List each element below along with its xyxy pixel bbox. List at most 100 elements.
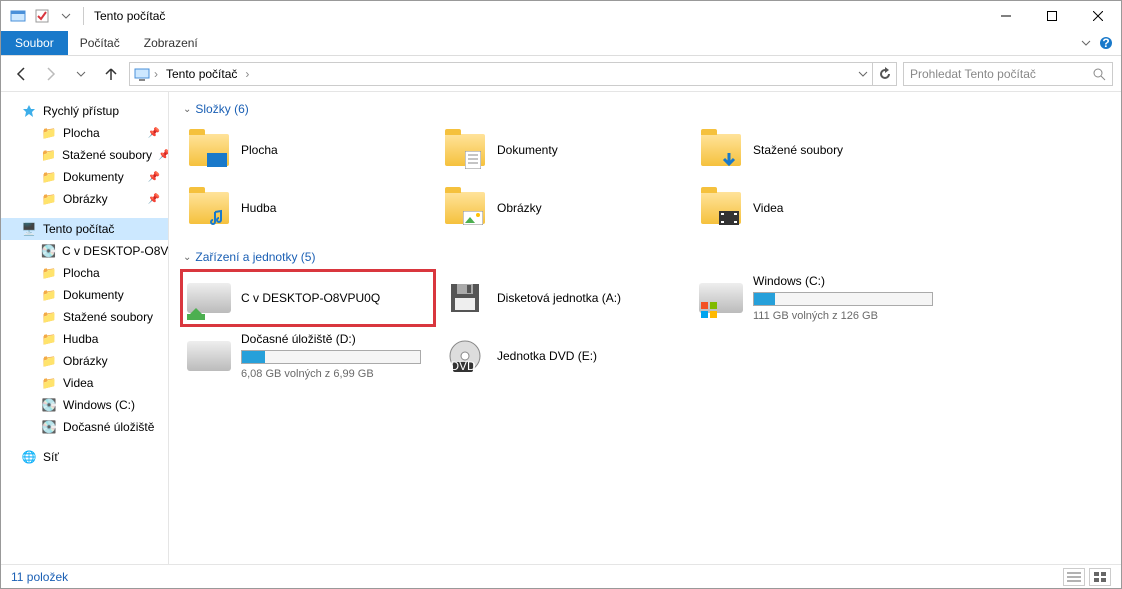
maximize-button[interactable]: [1029, 1, 1075, 31]
title-bar: Tento počítač: [1, 1, 1121, 31]
windows-drive-icon: [699, 276, 743, 320]
music-folder-icon: [187, 186, 231, 230]
group-header-folders[interactable]: ⌄ Složky (6): [183, 102, 1107, 116]
folder-hudba[interactable]: Hudba: [183, 182, 433, 234]
sidebar-item-hudba[interactable]: 📁Hudba: [1, 328, 168, 350]
folder-videa[interactable]: Videa: [695, 182, 945, 234]
floppy-icon: [443, 276, 487, 320]
menu-zobrazeni[interactable]: Zobrazení: [132, 31, 210, 55]
folder-icon: 📁: [41, 125, 57, 141]
folder-icon: 📁: [41, 191, 57, 207]
network-icon: 🌐: [21, 449, 37, 465]
help-icon[interactable]: ?: [1099, 36, 1113, 50]
device-windowsc[interactable]: Windows (C:) 111 GB volných z 126 GB: [695, 272, 945, 324]
pc-icon: [134, 66, 150, 82]
folder-icon: 📁: [41, 331, 57, 347]
folder-icon: 📁: [41, 309, 57, 325]
sidebar-item-windowsc[interactable]: 💽Windows (C:): [1, 394, 168, 416]
storage-bar: [753, 292, 933, 306]
sidebar-item-plocha[interactable]: 📁Plocha📌: [1, 122, 168, 144]
desktop-folder-icon: [187, 128, 231, 172]
folder-icon: 📁: [41, 287, 57, 303]
breadcrumb-root[interactable]: Tento počítač: [162, 67, 241, 81]
dvd-icon: DVD: [443, 334, 487, 378]
view-icons-button[interactable]: [1089, 568, 1111, 586]
sidebar-item-obrazky2[interactable]: 📁Obrázky: [1, 350, 168, 372]
content-pane: ⌄ Složky (6) Plocha Dokumenty Stažené so…: [169, 92, 1121, 564]
drive-icon: 💽: [41, 397, 57, 413]
folder-icon: 📁: [41, 265, 57, 281]
menu-bar: Soubor Počítač Zobrazení ?: [1, 31, 1121, 56]
device-cvdesk[interactable]: C v DESKTOP-O8VPU0Q: [183, 272, 433, 324]
folder-stazene[interactable]: Stažené soubory: [695, 124, 945, 176]
documents-folder-icon: [443, 128, 487, 172]
breadcrumb[interactable]: › Tento počítač ›: [129, 62, 873, 86]
qat-dropdown-icon[interactable]: [55, 5, 77, 27]
folder-icon: 📁: [41, 169, 57, 185]
chevron-right-icon[interactable]: ›: [245, 67, 249, 81]
view-details-button[interactable]: [1063, 568, 1085, 586]
star-icon: [21, 103, 37, 119]
folder-dokumenty[interactable]: Dokumenty: [439, 124, 689, 176]
pictures-folder-icon: [443, 186, 487, 230]
svg-text:DVD: DVD: [450, 359, 476, 373]
pin-icon: 📌: [148, 128, 160, 139]
sidebar-item-plocha2[interactable]: 📁Plocha: [1, 262, 168, 284]
app-icon: [7, 5, 29, 27]
sidebar-item-network[interactable]: 🌐Síť: [1, 446, 168, 468]
folder-icon: 📁: [41, 147, 56, 163]
sidebar-item-obrazky[interactable]: 📁Obrázky📌: [1, 188, 168, 210]
sidebar-item-videa[interactable]: 📁Videa: [1, 372, 168, 394]
sidebar-item-docasne[interactable]: 💽Dočasné úložiště: [1, 416, 168, 438]
breadcrumb-dropdown-icon[interactable]: [858, 69, 868, 79]
device-floppy[interactable]: Disketová jednotka (A:): [439, 272, 689, 324]
search-placeholder: Prohledat Tento počítač: [910, 67, 1036, 81]
group-header-devices[interactable]: ⌄ Zařízení a jednotky (5): [183, 250, 1107, 264]
folder-plocha[interactable]: Plocha: [183, 124, 433, 176]
drive-icon: 💽: [41, 243, 56, 259]
address-bar: › Tento počítač › Prohledat Tento počíta…: [1, 56, 1121, 92]
qat-properties-icon[interactable]: [31, 5, 53, 27]
refresh-button[interactable]: [873, 62, 897, 86]
navigation-pane: Rychlý přístup 📁Plocha📌 📁Stažené soubory…: [1, 92, 169, 564]
ribbon-expand-icon[interactable]: [1081, 38, 1091, 48]
sidebar-item-this-pc[interactable]: 🖥️Tento počítač: [1, 218, 168, 240]
drive-icon: 💽: [41, 419, 57, 435]
minimize-button[interactable]: [983, 1, 1029, 31]
chevron-down-icon: ⌄: [183, 104, 191, 115]
videos-folder-icon: [699, 186, 743, 230]
downloads-folder-icon: [699, 128, 743, 172]
chevron-right-icon[interactable]: ›: [154, 67, 158, 81]
search-input[interactable]: Prohledat Tento počítač: [903, 62, 1113, 86]
up-button[interactable]: [99, 62, 123, 86]
menu-soubor[interactable]: Soubor: [1, 31, 68, 55]
folder-icon: 📁: [41, 375, 57, 391]
sidebar-item-stazene[interactable]: 📁Stažené soubory📌: [1, 144, 168, 166]
pin-icon: 📌: [158, 150, 169, 161]
recent-dropdown-icon[interactable]: [69, 62, 93, 86]
sidebar-item-dokumenty[interactable]: 📁Dokumenty📌: [1, 166, 168, 188]
close-button[interactable]: [1075, 1, 1121, 31]
sidebar-item-dokumenty2[interactable]: 📁Dokumenty: [1, 284, 168, 306]
search-icon: [1092, 67, 1106, 81]
folder-obrazky[interactable]: Obrázky: [439, 182, 689, 234]
pc-icon: 🖥️: [21, 221, 37, 237]
sidebar-item-stazene2[interactable]: 📁Stažené soubory: [1, 306, 168, 328]
svg-text:?: ?: [1102, 36, 1109, 50]
window-title: Tento počítač: [94, 9, 165, 23]
folder-icon: 📁: [41, 353, 57, 369]
sidebar-item-cvdesk[interactable]: 💽C v DESKTOP-O8VP: [1, 240, 168, 262]
forward-button[interactable]: [39, 62, 63, 86]
menu-pocitac[interactable]: Počítač: [68, 31, 132, 55]
storage-bar: [241, 350, 421, 364]
status-bar: 11 položek: [1, 564, 1121, 588]
pin-icon: 📌: [148, 194, 160, 205]
device-dvd[interactable]: DVD Jednotka DVD (E:): [439, 330, 689, 382]
device-docasne[interactable]: Dočasné úložiště (D:) 6,08 GB volných z …: [183, 330, 433, 382]
network-drive-icon: [187, 276, 231, 320]
chevron-down-icon: ⌄: [183, 252, 191, 263]
drive-icon: [187, 334, 231, 378]
sidebar-item-quick-access[interactable]: Rychlý přístup: [1, 100, 168, 122]
pin-icon: 📌: [148, 172, 160, 183]
back-button[interactable]: [9, 62, 33, 86]
